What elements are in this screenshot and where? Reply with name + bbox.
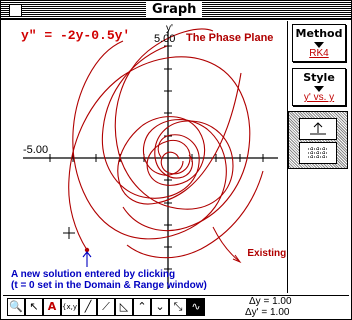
y-max-label: 5.00	[154, 33, 175, 45]
plot-canvas[interactable]: y" = -2y-0.5y' y' 5.00 -5.00 The Phase P…	[3, 21, 287, 293]
new-solution-note-line2: (t = 0 set in the Domain & Range window)	[11, 280, 207, 291]
method-label: Method	[295, 27, 343, 40]
phase-plane-title: The Phase Plane	[186, 32, 273, 44]
zoom-panel	[288, 111, 348, 169]
close-box[interactable]	[9, 4, 22, 17]
method-popup[interactable]: Method RK4	[292, 24, 346, 62]
tool-palette: 🔍 ↖ A {x,y} ╱ ⟋ ◺ ⌃ ⌄ ⤡ ∿ Δy = 1.00 Δy' …	[3, 295, 349, 318]
delta-yprime-readout: Δy' = 1.00	[245, 307, 290, 318]
zoom-tool[interactable]: 🔍	[7, 298, 25, 316]
note-arrow	[82, 251, 92, 267]
equation-label: y" = -2y-0.5y'	[21, 28, 130, 43]
min-tool[interactable]: ⌄	[151, 298, 169, 316]
graph-window: Graph y" = -2y-0.5y' y' 5.00 -5.00 The P…	[0, 0, 352, 320]
area-tool[interactable]: ◺	[115, 298, 133, 316]
title-bar[interactable]: Graph	[1, 1, 351, 20]
style-popup[interactable]: Style y' vs. y	[292, 68, 346, 106]
existing-solutions-label: Existing Solutions	[247, 248, 287, 259]
new-solution-note-line1: A new solution entered by clicking	[11, 269, 175, 280]
window-title: Graph	[146, 2, 203, 18]
text-tool[interactable]: A	[43, 298, 61, 316]
line-tool[interactable]: ╱	[79, 298, 97, 316]
style-label: Style	[303, 71, 335, 84]
max-tool[interactable]: ⌃	[133, 298, 151, 316]
zoom-in-button[interactable]	[299, 118, 337, 140]
xy-tool[interactable]: {x,y}	[61, 298, 81, 316]
delta-y-readout: Δy = 1.00	[249, 296, 292, 307]
field-tool[interactable]: ∿	[187, 298, 205, 316]
style-value[interactable]: y' vs. y	[293, 92, 345, 103]
arrows-out-icon	[310, 122, 326, 135]
tangent-tool[interactable]: ⟋	[97, 298, 115, 316]
grid-icon	[308, 147, 328, 159]
arrow-tool[interactable]: ↖	[25, 298, 43, 316]
zoom-out-button[interactable]	[299, 142, 337, 164]
slope-tool[interactable]: ⤡	[169, 298, 187, 316]
method-value[interactable]: RK4	[293, 48, 345, 59]
phase-plane-plot[interactable]: y" = -2y-0.5y' y' 5.00 -5.00 The Phase P…	[3, 21, 288, 293]
crosshair-cursor	[63, 227, 75, 239]
x-min-label: -5.00	[23, 144, 48, 156]
